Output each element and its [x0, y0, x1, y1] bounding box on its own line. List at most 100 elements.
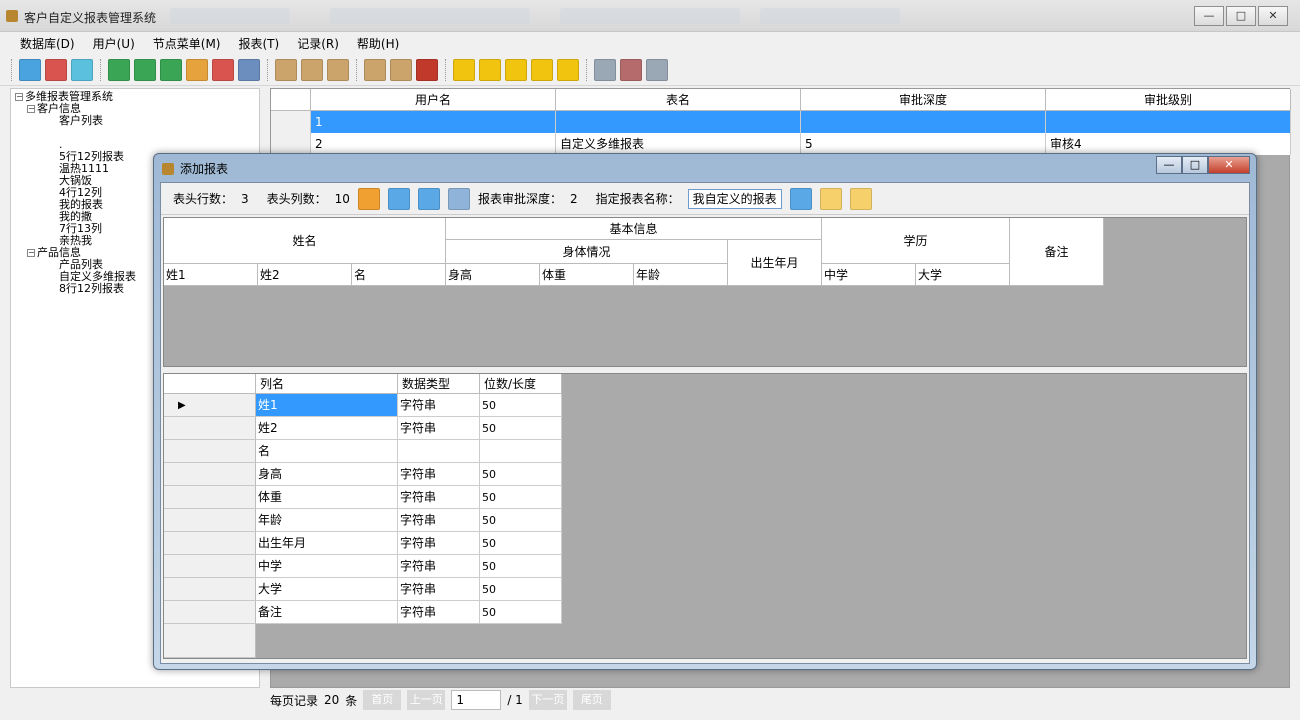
report-view-icon[interactable] [505, 58, 527, 81]
column-header[interactable]: 审批深度 [801, 89, 1046, 111]
menu-report[interactable]: 报表(T) [238, 35, 279, 52]
length-cell[interactable]: 50 [480, 394, 562, 417]
column-name-cell[interactable]: 体重 [256, 486, 398, 509]
column-name-cell[interactable]: 姓1 [256, 394, 398, 417]
column-name-cell[interactable]: 年龄 [256, 509, 398, 532]
dialog-close-button[interactable]: ✕ [1208, 156, 1250, 174]
delete-user-icon[interactable] [327, 58, 349, 81]
header-cell[interactable]: 出生年月 [728, 240, 822, 286]
delete-node-icon[interactable] [212, 58, 234, 81]
column-name-cell[interactable]: 大学 [256, 578, 398, 601]
import-icon[interactable] [416, 58, 438, 81]
minimize-button[interactable]: — [1194, 6, 1224, 26]
column-settings-icon[interactable] [447, 187, 470, 210]
save-report-icon[interactable] [789, 187, 812, 210]
table-cell[interactable] [801, 111, 1046, 133]
header-cell[interactable]: 身高 [446, 264, 540, 286]
header-cell[interactable]: 学历 [822, 218, 1010, 264]
table-cell[interactable]: 自定义多维报表 [556, 133, 801, 155]
last-page-button[interactable]: 尾页 [572, 690, 611, 710]
data-type-cell[interactable] [398, 440, 480, 463]
data-type-cell[interactable]: 字符串 [398, 394, 480, 417]
table-row[interactable]: 2 自定义多维报表 5 审核4 [271, 133, 1291, 155]
first-page-button[interactable]: 首页 [363, 690, 402, 710]
report-add-icon[interactable] [453, 58, 475, 81]
menu-database[interactable]: 数据库(D) [20, 35, 75, 52]
db-edit-icon[interactable] [646, 58, 668, 81]
header-cell[interactable]: 姓2 [258, 264, 352, 286]
column-header[interactable]: 用户名 [311, 89, 556, 111]
report-edit-icon[interactable] [479, 58, 501, 81]
length-cell[interactable]: 50 [480, 601, 562, 624]
header-cell[interactable]: 姓1 [164, 264, 258, 286]
column-header[interactable]: 表名 [556, 89, 801, 111]
add-user-icon[interactable] [275, 58, 297, 81]
length-cell[interactable]: 50 [480, 578, 562, 601]
collapse-icon[interactable]: − [27, 105, 35, 113]
length-cell[interactable]: 50 [480, 555, 562, 578]
tree-item[interactable] [15, 127, 259, 139]
edit-user-icon[interactable] [301, 58, 323, 81]
maximize-button[interactable]: □ [1226, 6, 1256, 26]
data-type-cell[interactable]: 字符串 [398, 509, 480, 532]
column-header[interactable]: 审批级别 [1046, 89, 1291, 111]
column-header[interactable]: 列名 [256, 374, 398, 394]
column-name-cell[interactable]: 备注 [256, 601, 398, 624]
help-icon[interactable] [849, 187, 872, 210]
collapse-icon[interactable]: − [27, 249, 35, 257]
menu-user[interactable]: 用户(U) [93, 35, 135, 52]
header-cell[interactable]: 备注 [1010, 218, 1104, 286]
user-role-icon[interactable] [390, 58, 412, 81]
header-cell[interactable]: 中学 [822, 264, 916, 286]
table-cell[interactable]: 2 [311, 133, 556, 155]
data-type-cell[interactable]: 字符串 [398, 463, 480, 486]
next-page-button[interactable]: 下一页 [528, 690, 567, 710]
length-cell[interactable]: 50 [480, 486, 562, 509]
delete-table-icon[interactable] [45, 58, 67, 81]
data-type-cell[interactable]: 字符串 [398, 486, 480, 509]
split-cells-icon[interactable] [417, 187, 440, 210]
collapse-icon[interactable]: − [15, 93, 23, 101]
edit-table-icon[interactable] [71, 58, 93, 81]
header-cell[interactable]: 名 [352, 264, 446, 286]
header-cell[interactable]: 姓名 [164, 218, 446, 264]
table-cell[interactable]: 5 [801, 133, 1046, 155]
length-cell[interactable]: 50 [480, 463, 562, 486]
prev-page-button[interactable]: 上一页 [407, 690, 446, 710]
merge-cells-icon[interactable] [387, 187, 410, 210]
dialog-maximize-button[interactable]: □ [1182, 156, 1208, 174]
table-cell[interactable]: 1 [311, 111, 556, 133]
db-connect-icon[interactable] [594, 58, 616, 81]
edit-header-icon[interactable] [357, 187, 380, 210]
data-type-cell[interactable]: 字符串 [398, 578, 480, 601]
tree-item[interactable]: . [15, 139, 259, 151]
save-node-icon[interactable] [238, 58, 260, 81]
column-header[interactable]: 数据类型 [398, 374, 480, 394]
data-type-cell[interactable]: 字符串 [398, 601, 480, 624]
table-cell[interactable]: 审核4 [1046, 133, 1291, 155]
data-type-cell[interactable]: 字符串 [398, 555, 480, 578]
close-button[interactable]: ✕ [1258, 6, 1288, 26]
add-sibling-node-icon[interactable] [160, 58, 182, 81]
menu-help[interactable]: 帮助(H) [357, 35, 399, 52]
table-cell[interactable] [1046, 111, 1291, 133]
report-name-input[interactable]: 我自定义的报表 [687, 188, 782, 209]
table-cell[interactable] [556, 111, 801, 133]
move-node-icon[interactable] [186, 58, 208, 81]
db-delete-icon[interactable] [620, 58, 642, 81]
header-cell[interactable]: 身体情况 [446, 240, 728, 264]
header-cell[interactable]: 体重 [540, 264, 634, 286]
report-delete-icon[interactable] [531, 58, 553, 81]
menu-node[interactable]: 节点菜单(M) [153, 35, 221, 52]
data-type-cell[interactable]: 字符串 [398, 532, 480, 555]
length-cell[interactable]: 50 [480, 509, 562, 532]
column-header[interactable]: 位数/长度 [480, 374, 562, 394]
tree-group-customer[interactable]: − 客户信息 [15, 103, 259, 115]
header-cell[interactable]: 大学 [916, 264, 1010, 286]
length-cell[interactable] [480, 440, 562, 463]
settings-icon[interactable] [819, 187, 842, 210]
header-cell[interactable]: 基本信息 [446, 218, 822, 240]
column-name-cell[interactable]: 名 [256, 440, 398, 463]
column-name-cell[interactable]: 出生年月 [256, 532, 398, 555]
data-type-cell[interactable]: 字符串 [398, 417, 480, 440]
